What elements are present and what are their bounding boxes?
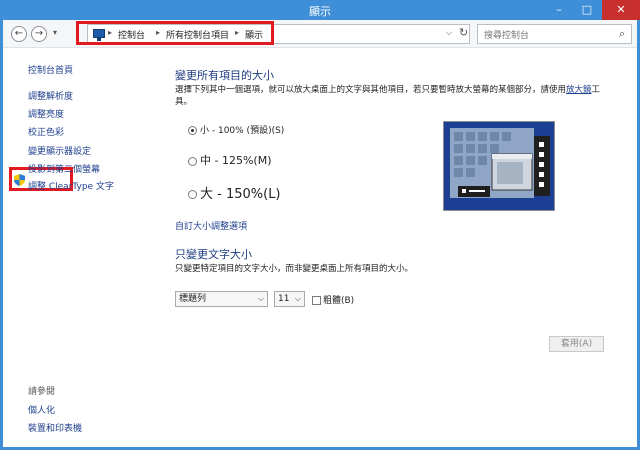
main-content: 變更所有項目的大小 選擇下列其中一個選項，就可以放大桌面上的文字與其他項目，若只… bbox=[153, 49, 637, 447]
radio-option-medium[interactable]: 中 - 125%(M) bbox=[188, 152, 271, 168]
see-also-label: 請參閱 bbox=[28, 387, 56, 397]
address-dropdown-icon[interactable]: ⌵ bbox=[446, 28, 452, 38]
description-text: 選擇下列其中一個選項，就可以放大桌面上的文字與其他項目，若只要暫時放大螢幕的某個… bbox=[175, 85, 567, 95]
radio-medium-label[interactable]: 中 - 125%(M) bbox=[200, 154, 271, 167]
radio-large-label[interactable]: 大 - 150%(L) bbox=[200, 187, 281, 202]
custom-sizing-link[interactable]: 自訂大小調整選項 bbox=[175, 219, 247, 232]
minimize-button[interactable]: – bbox=[546, 0, 572, 20]
size-preview-image bbox=[443, 121, 555, 211]
title-bar: 顯示 – □ ✕ bbox=[0, 0, 640, 20]
item-select[interactable]: 標題列 ⌵ bbox=[175, 291, 268, 307]
sidebar-link-personalization[interactable]: 個人化 bbox=[28, 403, 55, 416]
item-select-value: 標題列 bbox=[179, 294, 207, 304]
font-size-value: 11 bbox=[278, 294, 290, 304]
search-placeholder: 搜尋控制台 bbox=[484, 31, 530, 41]
sidebar: 控制台首頁 調整解析度 調整亮度 校正色彩 變更顯示器設定 投影到第二個螢幕 調… bbox=[3, 49, 153, 447]
apply-button[interactable]: 套用(A) bbox=[549, 336, 604, 352]
bold-label[interactable]: 粗體(B) bbox=[323, 296, 354, 306]
address-highlight-box bbox=[76, 21, 274, 45]
sidebar-link-adjust-resolution[interactable]: 調整解析度 bbox=[28, 89, 73, 102]
radio-small[interactable] bbox=[188, 126, 197, 135]
forward-button[interactable]: → bbox=[31, 26, 47, 42]
radio-small-label[interactable]: 小 - 100% (預設)(S) bbox=[200, 126, 284, 136]
sidebar-link-control-panel-home[interactable]: 控制台首頁 bbox=[28, 63, 73, 76]
bold-option[interactable]: 粗體(B) bbox=[312, 293, 354, 306]
heading-text-size-only: 只變更文字大小 bbox=[175, 248, 252, 261]
radio-option-small[interactable]: 小 - 100% (預設)(S) bbox=[188, 123, 284, 136]
font-size-select[interactable]: 11 ⌵ bbox=[274, 291, 305, 307]
radio-option-large[interactable]: 大 - 150%(L) bbox=[188, 183, 281, 202]
sidebar-link-cleartype[interactable]: 調整 ClearType 文字 bbox=[28, 179, 114, 192]
preview-illustration bbox=[444, 122, 554, 210]
sidebar-link-calibrate-color[interactable]: 校正色彩 bbox=[28, 125, 64, 138]
description-text-size: 只變更特定項目的文字大小，而非變更桌面上所有項目的大小。 bbox=[175, 264, 414, 274]
shield-icon bbox=[14, 174, 25, 186]
sidebar-link-project-second-screen[interactable]: 投影到第二個螢幕 bbox=[28, 162, 100, 175]
heading-change-size: 變更所有項目的大小 bbox=[175, 69, 274, 82]
search-icon[interactable]: ⌕ bbox=[619, 27, 625, 41]
sidebar-link-change-display-settings[interactable]: 變更顯示器設定 bbox=[28, 144, 91, 157]
chevron-down-icon[interactable]: ⌵ bbox=[295, 292, 301, 306]
refresh-icon[interactable]: ↻ bbox=[459, 26, 468, 39]
back-button[interactable]: ← bbox=[11, 26, 27, 42]
radio-large[interactable] bbox=[188, 190, 197, 199]
chevron-down-icon[interactable]: ⌵ bbox=[258, 292, 264, 306]
sidebar-link-adjust-brightness[interactable]: 調整亮度 bbox=[28, 107, 64, 120]
description-change-size: 選擇下列其中一個選項，就可以放大桌面上的文字與其他項目，若只要暫時放大螢幕的某個… bbox=[175, 84, 615, 108]
navigation-bar: ← → ▾ ▸ 控制台 ▸ 所有控制台項目 ▸ 顯示 ⌵ ↻ 搜尋控制台 ⌕ bbox=[3, 20, 637, 48]
radio-medium[interactable] bbox=[188, 156, 197, 166]
close-button[interactable]: ✕ bbox=[602, 0, 640, 20]
bold-checkbox[interactable] bbox=[312, 296, 321, 305]
maximize-button[interactable]: □ bbox=[574, 0, 600, 20]
recent-locations-button[interactable]: ▾ bbox=[53, 28, 57, 37]
window-title: 顯示 bbox=[309, 5, 331, 18]
sidebar-link-devices-printers[interactable]: 裝置和印表機 bbox=[28, 421, 82, 434]
magnifier-link[interactable]: 放大鏡 bbox=[566, 85, 592, 95]
search-input[interactable]: 搜尋控制台 ⌕ bbox=[477, 24, 632, 44]
